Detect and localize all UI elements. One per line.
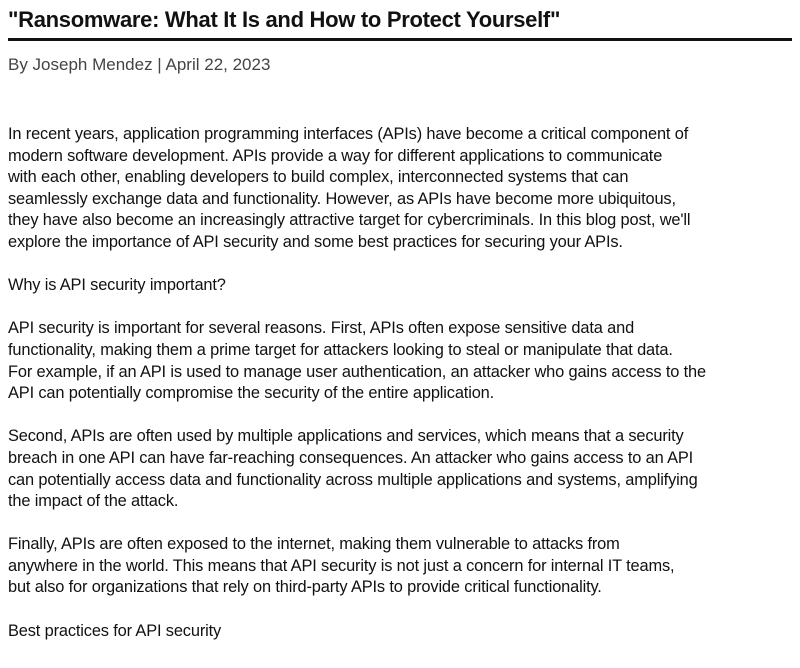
text-line: In recent years, application programming… — [8, 125, 689, 143]
text-line: API security is important for several re… — [8, 319, 635, 338]
article-body: In recent years, application programming… — [8, 124, 792, 642]
title-divider — [8, 38, 792, 41]
paragraph: Finally, APIs are often exposed to the i… — [8, 534, 792, 599]
paragraph: In recent years, application programming… — [8, 124, 792, 254]
text-line: breach in one API can have far-reaching … — [8, 448, 694, 467]
text-line: modern software development. APIs provid… — [8, 146, 663, 165]
text-line: but also for organizations that rely on … — [8, 578, 602, 597]
paragraph: Second, APIs are often used by multiple … — [8, 426, 792, 512]
section-heading: Best practices for API security — [8, 621, 792, 643]
text-line: For example, if an API is used to manage… — [8, 362, 706, 381]
article-title: "Ransomware: What It Is and How to Prote… — [8, 7, 561, 32]
text-line: Second, APIs are often used by multiple … — [8, 427, 684, 446]
article: "Ransomware: What It Is and How to Prote… — [0, 0, 800, 642]
text-line: anywhere in the world. This means that A… — [8, 556, 675, 575]
text-line: they have also become an increasingly at… — [8, 211, 691, 230]
text-line: API can potentially compromise the secur… — [8, 384, 495, 403]
article-byline: By Joseph Mendez | April 22, 2023 — [8, 55, 271, 74]
text-line: with each other, enabling developers to … — [8, 168, 629, 187]
text-line: seamlessly exchange data and functionali… — [8, 189, 676, 208]
section-heading: Why is API security important? — [8, 275, 792, 297]
text-line: Why is API security important? — [8, 276, 226, 295]
paragraph: API security is important for several re… — [8, 318, 792, 404]
text-line: explore the importance of API security a… — [8, 232, 623, 251]
text-line: functionality, making them a prime targe… — [8, 340, 673, 359]
text-line: the impact of the attack. — [8, 492, 179, 511]
text-line: Best practices for API security — [8, 621, 222, 640]
text-line: can potentially access data and function… — [8, 470, 698, 489]
text-line: Finally, APIs are often exposed to the i… — [8, 535, 620, 554]
